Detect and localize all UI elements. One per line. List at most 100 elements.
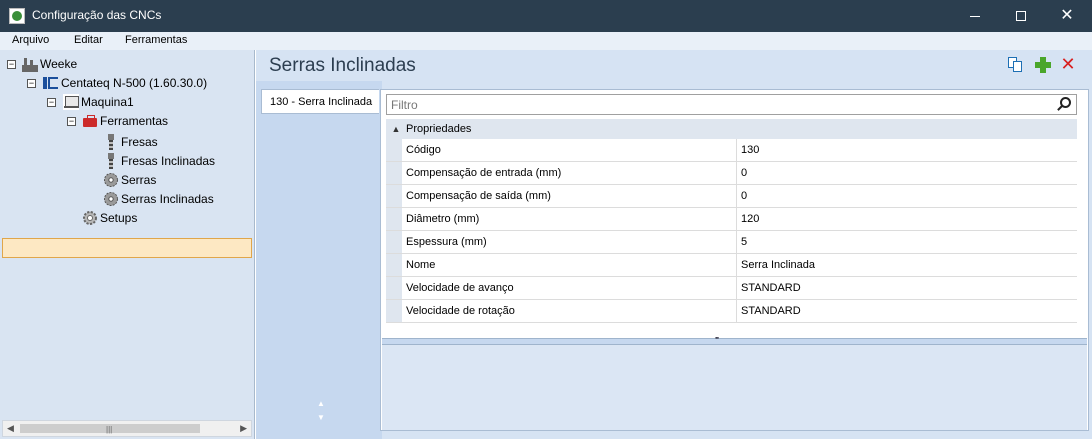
details-panel: Serras Inclinadas ✕ 130 - Serra Inclinad… — [256, 50, 1092, 439]
app-icon — [9, 8, 25, 24]
tree-item-weeke[interactable]: Weeke — [22, 54, 77, 73]
scrollbar-grip-icon: ||| — [106, 425, 113, 434]
item-tab-strip: 130 - Serra Inclinada ▲ ▼ — [256, 81, 382, 439]
property-name: Espessura (mm) — [402, 231, 737, 253]
scroll-left-icon[interactable]: ◀ — [7, 423, 14, 434]
gear-icon — [83, 210, 97, 225]
collapse-icon[interactable]: − — [47, 98, 56, 107]
property-row[interactable]: Espessura (mm) 5 — [386, 231, 1077, 254]
property-value[interactable]: 130 — [737, 139, 1077, 161]
tree-item-label: Fresas — [121, 134, 158, 149]
close-icon: ✕ — [1060, 7, 1074, 24]
property-value[interactable]: 120 — [737, 208, 1077, 230]
tree-item-fresas-inclinadas[interactable]: Fresas Inclinadas — [103, 151, 215, 170]
row-gutter — [386, 300, 402, 322]
property-row[interactable]: Velocidade de avanço STANDARD — [386, 277, 1077, 300]
property-value[interactable]: STANDARD — [737, 277, 1077, 299]
menu-ferramentas[interactable]: Ferramentas — [125, 34, 187, 46]
tree-item-maquina1[interactable]: Maquina1 — [63, 92, 134, 111]
scroll-down-icon[interactable]: ▼ — [317, 413, 325, 422]
details-header: Serras Inclinadas ✕ — [256, 50, 1092, 81]
row-gutter — [386, 139, 402, 161]
tree-item-label: Serras Inclinadas — [121, 191, 214, 206]
category-row[interactable]: ▲ Propriedades — [386, 119, 1077, 139]
property-value[interactable]: Serra Inclinada — [737, 254, 1077, 276]
property-row[interactable]: Velocidade de rotação STANDARD — [386, 300, 1077, 323]
row-gutter — [386, 277, 402, 299]
close-button[interactable]: ✕ — [1044, 0, 1090, 32]
scroll-up-icon[interactable]: ▲ — [317, 399, 325, 408]
property-value[interactable]: STANDARD — [737, 300, 1077, 322]
menu-editar[interactable]: Editar — [74, 34, 103, 46]
horizontal-scrollbar[interactable]: ◀ ||| ▶ — [2, 420, 252, 437]
filter-input[interactable] — [387, 95, 1047, 114]
description-panel — [382, 345, 1087, 430]
tree-item-machine[interactable]: Centateq N-500 (1.60.30.0) — [43, 73, 207, 92]
scroll-right-icon[interactable]: ▶ — [240, 423, 247, 434]
property-name: Velocidade de avanço — [402, 277, 737, 299]
row-gutter — [386, 162, 402, 184]
tree-item-label: Maquina1 — [81, 94, 134, 109]
property-row[interactable]: Diâmetro (mm) 120 — [386, 208, 1077, 231]
property-name: Velocidade de rotação — [402, 300, 737, 322]
machine-icon — [63, 93, 79, 110]
row-gutter — [386, 185, 402, 207]
menu-arquivo[interactable]: Arquivo — [12, 34, 49, 46]
router-bit-icon — [103, 133, 119, 150]
tree-item-label: Ferramentas — [100, 113, 169, 128]
tab-item[interactable]: 130 - Serra Inclinada — [261, 89, 379, 114]
title-bar: Configuração das CNCs ✕ — [0, 0, 1092, 32]
row-gutter — [386, 254, 402, 276]
property-value[interactable]: 5 — [737, 231, 1077, 253]
delete-icon[interactable]: ✕ — [1060, 55, 1076, 73]
tree-item-fresas[interactable]: Fresas — [103, 132, 158, 151]
toolbox-icon — [82, 113, 98, 129]
saw-blade-icon — [104, 191, 118, 206]
property-value[interactable]: 0 — [737, 162, 1077, 184]
collapse-icon[interactable]: − — [67, 117, 76, 126]
router-bit-icon — [103, 152, 119, 169]
collapse-icon[interactable]: − — [7, 60, 16, 69]
row-gutter — [386, 231, 402, 253]
maximize-icon — [1016, 11, 1026, 21]
tree-item-serras-inclinadas[interactable]: Serras Inclinadas — [103, 189, 214, 208]
property-grid: ▲ Propriedades Código 130 Compensação de e… — [386, 119, 1077, 323]
add-icon[interactable] — [1035, 57, 1051, 73]
property-name: Código — [402, 139, 737, 161]
tree-item-label: Serras — [121, 172, 157, 187]
tree-item-serras[interactable]: Serras — [103, 170, 156, 189]
property-name: Compensação de saída (mm) — [402, 185, 737, 207]
maximize-button[interactable] — [998, 0, 1044, 32]
factory-icon — [22, 55, 38, 72]
tree-item-ferramentas[interactable]: Ferramentas — [82, 111, 168, 130]
tree-item-setups[interactable]: Setups — [82, 208, 137, 227]
tree-item-label: Setups — [100, 210, 138, 225]
chevron-up-icon[interactable]: ▲ — [386, 124, 406, 134]
tree-item-label: Centateq N-500 (1.60.30.0) — [61, 75, 208, 90]
property-row[interactable]: Nome Serra Inclinada — [386, 254, 1077, 277]
search-icon[interactable] — [1056, 97, 1072, 113]
filter-box — [386, 94, 1077, 115]
copy-icon[interactable] — [1008, 57, 1024, 73]
tree-item-label: Weeke — [40, 56, 78, 71]
tree-item-label: Fresas Inclinadas — [121, 153, 216, 168]
property-row[interactable]: Código 130 — [386, 139, 1077, 162]
minimize-icon — [970, 15, 980, 17]
property-name: Diâmetro (mm) — [402, 208, 737, 230]
property-row[interactable]: Compensação de saída (mm) 0 — [386, 185, 1077, 208]
page-title: Serras Inclinadas — [269, 55, 416, 76]
property-value[interactable]: 0 — [737, 185, 1077, 207]
splitter[interactable]: '''''' — [382, 336, 1087, 345]
machine-logo-icon — [43, 76, 59, 90]
property-name: Compensação de entrada (mm) — [402, 162, 737, 184]
collapse-icon[interactable]: − — [27, 79, 36, 88]
property-row[interactable]: Compensação de entrada (mm) 0 — [386, 162, 1077, 185]
saw-blade-icon — [104, 172, 118, 187]
row-gutter — [386, 208, 402, 230]
property-editor: ▲ Propriedades Código130Compensação de e… — [380, 89, 1089, 431]
splitter-grip-icon: '''''' — [715, 336, 719, 345]
window-title: Configuração das CNCs — [32, 8, 162, 22]
property-name: Nome — [402, 254, 737, 276]
minimize-button[interactable] — [952, 0, 998, 32]
tree-panel: − Weeke − Centateq N-500 (1.60.30.0) − M… — [0, 50, 255, 439]
